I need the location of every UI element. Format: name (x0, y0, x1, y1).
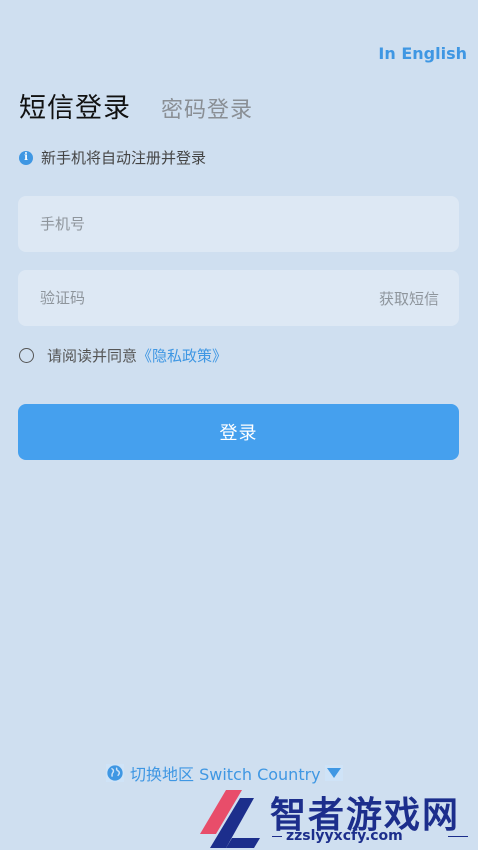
triangle-down-icon (324, 765, 343, 781)
watermark-url: zzslyyxcfy.com (286, 828, 403, 844)
code-field: 获取短信 (18, 270, 459, 326)
notice-text: 新手机将自动注册并登录 (41, 149, 207, 167)
watermark-line-right (448, 836, 468, 837)
privacy-policy-link[interactable]: 《隐私政策》 (137, 345, 227, 366)
language-switch-link[interactable]: In English (378, 44, 467, 63)
phone-input[interactable] (38, 214, 439, 234)
login-button[interactable]: 登录 (18, 404, 459, 460)
phone-field (18, 196, 459, 252)
info-icon: i (19, 150, 33, 165)
agreement-text: 请阅读并同意 (47, 347, 138, 365)
watermark-logo-icon (200, 790, 260, 848)
agreement-radio[interactable] (19, 348, 34, 363)
auto-register-notice: i 新手机将自动注册并登录 (19, 147, 206, 168)
privacy-agreement: 请阅读并同意 《隐私政策》 (19, 345, 227, 366)
login-tabs: 短信登录 密码登录 (19, 86, 253, 125)
tab-password-login[interactable]: 密码登录 (161, 92, 253, 124)
globe-icon (106, 764, 124, 782)
get-sms-code-button[interactable]: 获取短信 (379, 288, 439, 309)
watermark-line-left (272, 836, 282, 837)
verification-code-input[interactable] (38, 288, 379, 308)
tab-sms-login[interactable]: 短信登录 (19, 86, 131, 125)
watermark: 智者游戏网 zzslyyxcfy.com (196, 782, 478, 850)
